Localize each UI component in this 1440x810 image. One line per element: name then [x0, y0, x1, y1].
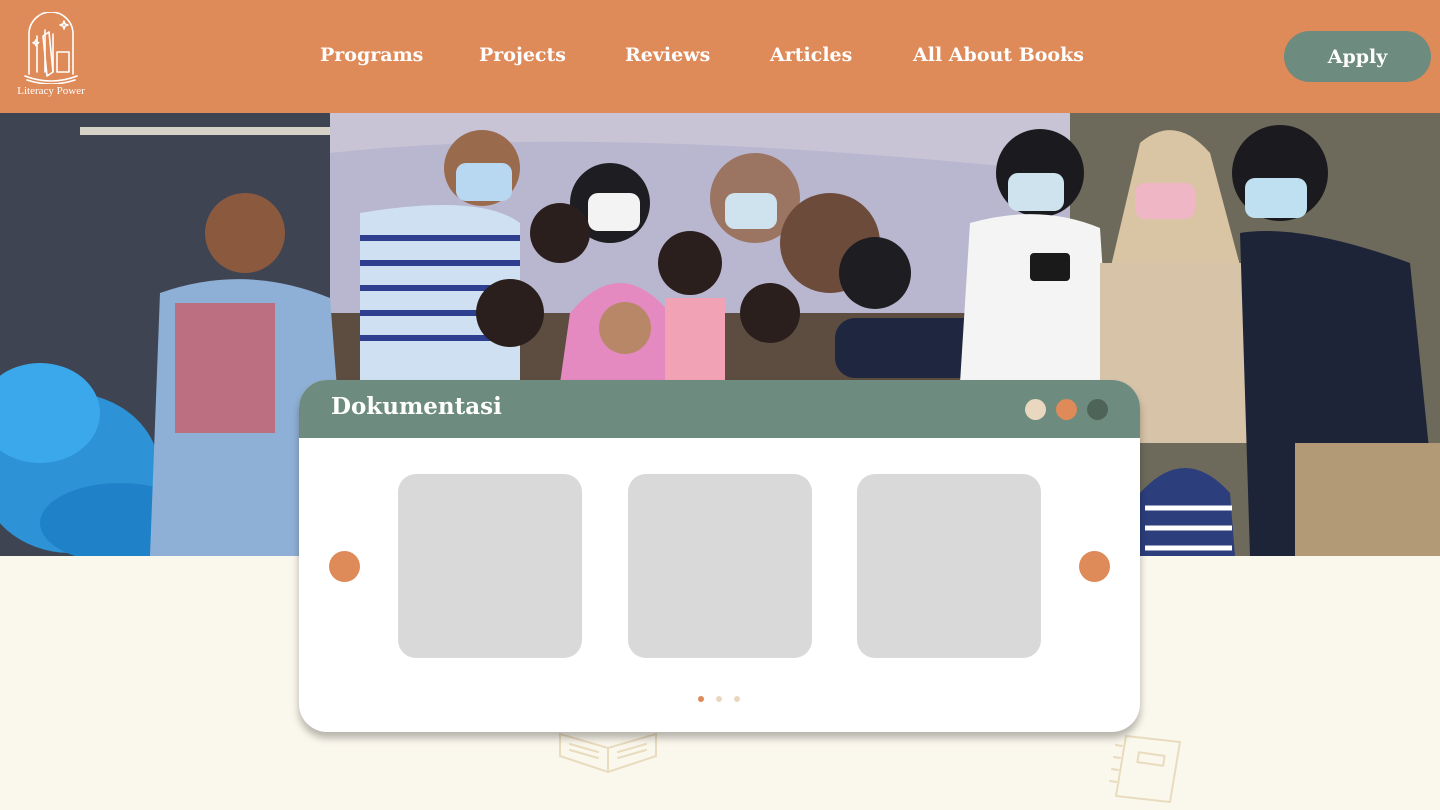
- nav-programs[interactable]: Programs: [320, 44, 423, 66]
- pagination-dot-2[interactable]: [716, 696, 722, 702]
- window-dot-light: [1025, 399, 1046, 420]
- apply-button[interactable]: Apply: [1284, 31, 1431, 82]
- card-header: Dokumentasi: [299, 380, 1140, 438]
- gallery-slide-1[interactable]: [398, 474, 582, 658]
- gallery-slide-3[interactable]: [857, 474, 1041, 658]
- prev-arrow-icon[interactable]: [329, 551, 360, 582]
- nav-reviews[interactable]: Reviews: [625, 44, 710, 66]
- book-arch-icon: [24, 12, 78, 84]
- site-header: Literacy Power Programs Projects Reviews…: [0, 0, 1440, 113]
- nav-all-about-books[interactable]: All About Books: [913, 44, 1084, 66]
- open-book-doodle-icon: [559, 732, 657, 774]
- nav-projects[interactable]: Projects: [479, 44, 566, 66]
- notebook-doodle-icon: [1109, 735, 1181, 803]
- brand-name: Literacy Power: [17, 85, 85, 97]
- documentation-card: Dokumentasi: [299, 380, 1140, 732]
- pagination-dot-1[interactable]: [698, 696, 704, 702]
- gallery-slide-2[interactable]: [628, 474, 812, 658]
- next-arrow-icon[interactable]: [1079, 551, 1110, 582]
- window-dot-orange: [1056, 399, 1077, 420]
- card-title: Dokumentasi: [331, 393, 502, 420]
- pagination-dot-3[interactable]: [734, 696, 740, 702]
- window-dot-dark: [1087, 399, 1108, 420]
- site-logo[interactable]: Literacy Power: [6, 12, 96, 102]
- nav-articles[interactable]: Articles: [770, 44, 852, 66]
